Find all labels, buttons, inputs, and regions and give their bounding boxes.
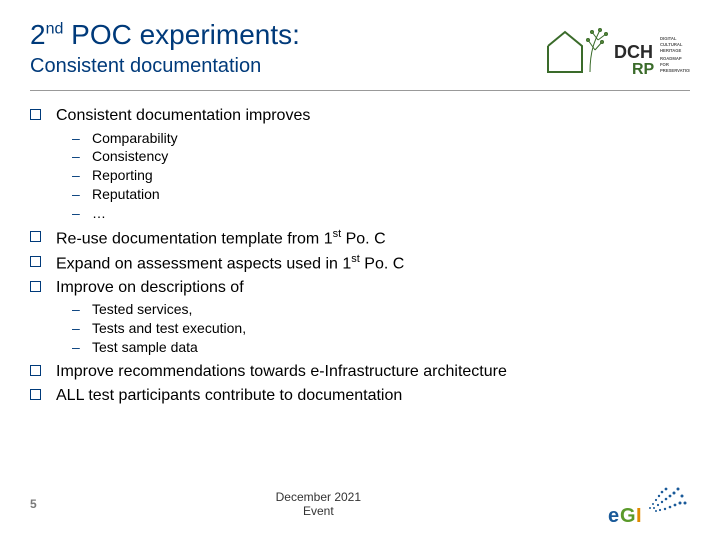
- rp-text: RP: [632, 61, 655, 78]
- bullet-item: Expand on assessment aspects used in 1st…: [30, 252, 690, 275]
- sub-item: Reputation: [56, 185, 690, 204]
- svg-text:I: I: [636, 505, 642, 526]
- title-block: 2nd POC experiments: Consistent document…: [30, 20, 540, 78]
- sub-item: Tested services,: [56, 300, 690, 319]
- svg-text:HERITAGE: HERITAGE: [660, 48, 682, 53]
- title-pre: 2: [30, 19, 46, 50]
- slide: 2nd POC experiments: Consistent document…: [0, 0, 720, 540]
- bullet-sup: st: [333, 228, 342, 240]
- bullet-list: Consistent documentation improves Compar…: [30, 105, 690, 406]
- sub-list: Comparability Consistency Reporting Repu…: [56, 129, 690, 223]
- sub-item: Tests and test execution,: [56, 319, 690, 338]
- event-line1: December 2021: [276, 490, 361, 504]
- sub-item: …: [56, 204, 690, 223]
- slide-subtitle: Consistent documentation: [30, 55, 540, 78]
- svg-text:CULTURAL: CULTURAL: [660, 42, 683, 47]
- content: Consistent documentation improves Compar…: [30, 105, 690, 406]
- dch-text: DCH: [614, 42, 653, 62]
- bullet-text-post: Po. C: [360, 255, 404, 272]
- egi-logo: e G I: [600, 482, 690, 526]
- header-divider: [30, 90, 690, 91]
- sub-item: Consistency: [56, 147, 690, 166]
- bullet-item: Re-use documentation template from 1st P…: [30, 227, 690, 250]
- page-number: 5: [30, 497, 37, 511]
- bullet-text: Improve on descriptions of: [56, 279, 244, 296]
- bullet-text-pre: Re-use documentation template from 1: [56, 230, 333, 247]
- bullet-item: ALL test participants contribute to docu…: [30, 385, 690, 407]
- bullet-sup: st: [351, 253, 360, 265]
- svg-text:G: G: [620, 505, 636, 526]
- bullet-item: Improve recommendations towards e-Infras…: [30, 361, 690, 383]
- sub-item: Test sample data: [56, 338, 690, 357]
- title-sup: nd: [46, 21, 64, 38]
- bullet-item: Consistent documentation improves Compar…: [30, 105, 690, 223]
- svg-text:FOR: FOR: [660, 62, 669, 67]
- svg-text:DIGITAL: DIGITAL: [660, 36, 677, 41]
- bullet-text: Consistent documentation improves: [56, 107, 310, 124]
- slide-title: 2nd POC experiments:: [30, 20, 540, 51]
- bullet-item: Improve on descriptions of Tested servic…: [30, 277, 690, 357]
- dch-rp-logo: DCH RP DIGITAL CULTURAL HERITAGE ROADMAP…: [540, 20, 690, 80]
- title-post: POC experiments:: [63, 19, 300, 50]
- header: 2nd POC experiments: Consistent document…: [30, 20, 690, 80]
- svg-text:ROADMAP: ROADMAP: [660, 56, 682, 61]
- event-line2: Event: [303, 504, 334, 518]
- footer-event: December 2021 Event: [37, 490, 600, 519]
- svg-text:PRESERVATION: PRESERVATION: [660, 68, 690, 73]
- footer: 5 December 2021 Event e G I: [0, 482, 720, 526]
- sub-item: Reporting: [56, 166, 690, 185]
- sub-item: Comparability: [56, 129, 690, 148]
- bullet-text-post: Po. C: [341, 230, 385, 247]
- svg-text:e: e: [608, 505, 619, 526]
- bullet-text-pre: Expand on assessment aspects used in 1: [56, 255, 351, 272]
- sub-list: Tested services, Tests and test executio…: [56, 300, 690, 357]
